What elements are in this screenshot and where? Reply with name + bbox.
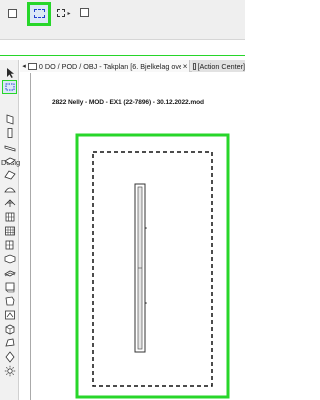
marquee-dropdown-icon[interactable]: ▸ <box>55 6 73 20</box>
object-icon[interactable] <box>3 308 16 321</box>
door-icon[interactable] <box>3 266 16 279</box>
tab-back-icon[interactable]: ◂ <box>20 62 28 70</box>
marquee-area <box>92 151 213 387</box>
roof-icon[interactable] <box>3 168 16 181</box>
drawing-svg <box>30 73 230 400</box>
shell-icon[interactable] <box>3 182 16 195</box>
marquee-rectangle-icon[interactable] <box>6 7 18 19</box>
toolbox: Design <box>0 60 24 400</box>
zone-icon[interactable] <box>3 294 16 307</box>
skylight-icon[interactable] <box>3 280 16 293</box>
tab-floor-plan[interactable]: ◂ 0 DO / POD / OBJ - Takplan [6. Bjelkel… <box>20 60 190 72</box>
marquee-option-icon[interactable] <box>78 6 90 18</box>
view-tab-bar: ◂ 0 DO / POD / OBJ - Takplan [6. Bjelkel… <box>20 60 245 72</box>
curtain-wall-icon[interactable] <box>3 210 16 223</box>
drawing-canvas[interactable]: 2822 Nelly - MOD - EX1 (22-7896) - 30.12… <box>20 73 245 400</box>
action-center-icon <box>193 62 197 70</box>
opening-icon[interactable] <box>3 350 16 363</box>
selection-highlight <box>75 133 230 399</box>
railing-icon[interactable] <box>3 224 16 237</box>
slab-icon[interactable] <box>3 154 16 167</box>
hotspot <box>145 302 147 304</box>
window-icon[interactable] <box>3 252 16 265</box>
tab-label: [Action Center] <box>197 61 245 71</box>
tab-label: 0 DO / POD / OBJ - Takplan [6. Bjelkelag… <box>38 61 182 71</box>
column-icon[interactable] <box>3 126 16 139</box>
marquee-polygon-selected-icon[interactable] <box>27 2 51 26</box>
highlight-line <box>0 55 245 56</box>
hotspot <box>145 227 147 229</box>
morph-icon[interactable] <box>3 336 16 349</box>
top-toolbar: ▸ <box>0 0 245 40</box>
tab-action-center[interactable]: [Action Center] <box>192 60 245 72</box>
beam-icon[interactable] <box>3 140 16 153</box>
marquee-icon[interactable] <box>2 80 17 94</box>
mesh-icon[interactable] <box>3 196 16 209</box>
floor-plan-icon <box>27 62 37 70</box>
wall-icon[interactable] <box>3 112 16 125</box>
tab-close-icon[interactable]: × <box>181 62 189 71</box>
stair-icon[interactable] <box>3 238 16 251</box>
lamp-icon[interactable] <box>3 322 16 335</box>
arrow-icon[interactable] <box>3 66 16 79</box>
sun-icon[interactable] <box>3 364 16 377</box>
